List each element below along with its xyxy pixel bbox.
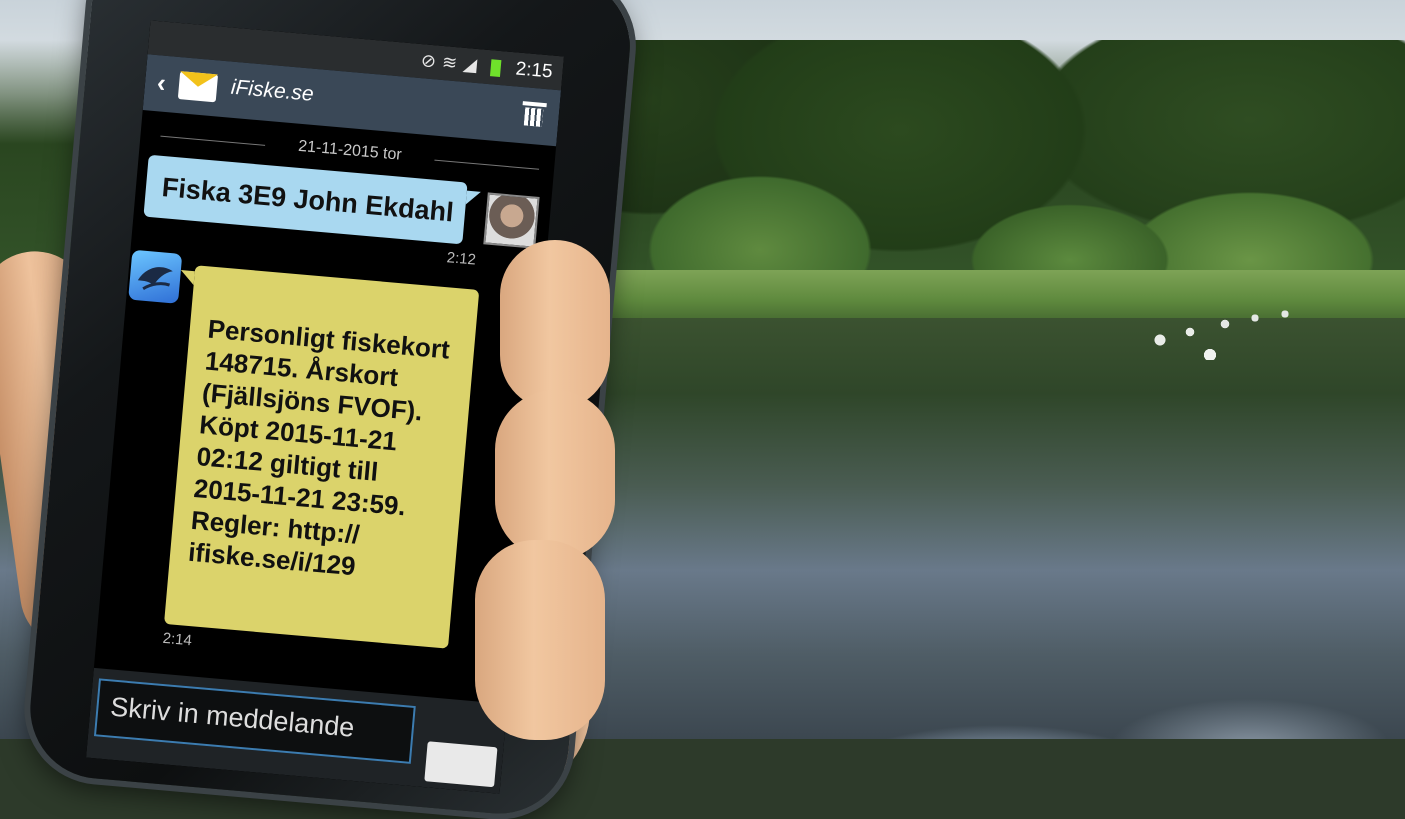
silent-icon: ⊘ xyxy=(420,50,443,72)
incoming-message-bubble[interactable]: Personligt fiskekort 148715. Årskort (Fj… xyxy=(164,265,480,649)
send-button[interactable] xyxy=(424,741,498,788)
status-icons: ⊘≋◢ xyxy=(420,50,484,76)
signal-icon: ◢ xyxy=(462,53,484,76)
smartphone: ⊘≋◢ 2:15 ‹ iFiske.se 21-11-2015 tor Fisk… xyxy=(24,0,636,819)
message-thread[interactable]: 21-11-2015 tor Fiska 3E9 John Ekdahl 2:1… xyxy=(94,110,556,704)
battery-icon xyxy=(489,59,502,78)
message-input[interactable]: Skriv in meddelande xyxy=(93,678,416,764)
message-time: 2:12 xyxy=(446,249,477,269)
status-time: 2:15 xyxy=(514,58,554,83)
trash-icon[interactable] xyxy=(522,101,547,127)
message-time: 2:14 xyxy=(161,629,193,650)
back-chevron-icon[interactable]: ‹ xyxy=(156,67,167,99)
mail-icon xyxy=(177,71,219,103)
phone-screen: ⊘≋◢ 2:15 ‹ iFiske.se 21-11-2015 tor Fisk… xyxy=(86,20,564,794)
wifi-icon: ≋ xyxy=(441,51,464,74)
ifiske-avatar[interactable] xyxy=(128,249,183,304)
message-text: Personligt fiskekort 148715. Årskort (Fj… xyxy=(187,313,452,582)
fish-icon xyxy=(137,267,173,291)
message-text: Fiska 3E9 John Ekdahl xyxy=(160,171,455,227)
conversation-title: iFiske.se xyxy=(230,75,315,106)
user-avatar[interactable] xyxy=(483,192,540,249)
outgoing-message-bubble[interactable]: Fiska 3E9 John Ekdahl xyxy=(143,154,468,245)
swans xyxy=(1140,300,1340,360)
